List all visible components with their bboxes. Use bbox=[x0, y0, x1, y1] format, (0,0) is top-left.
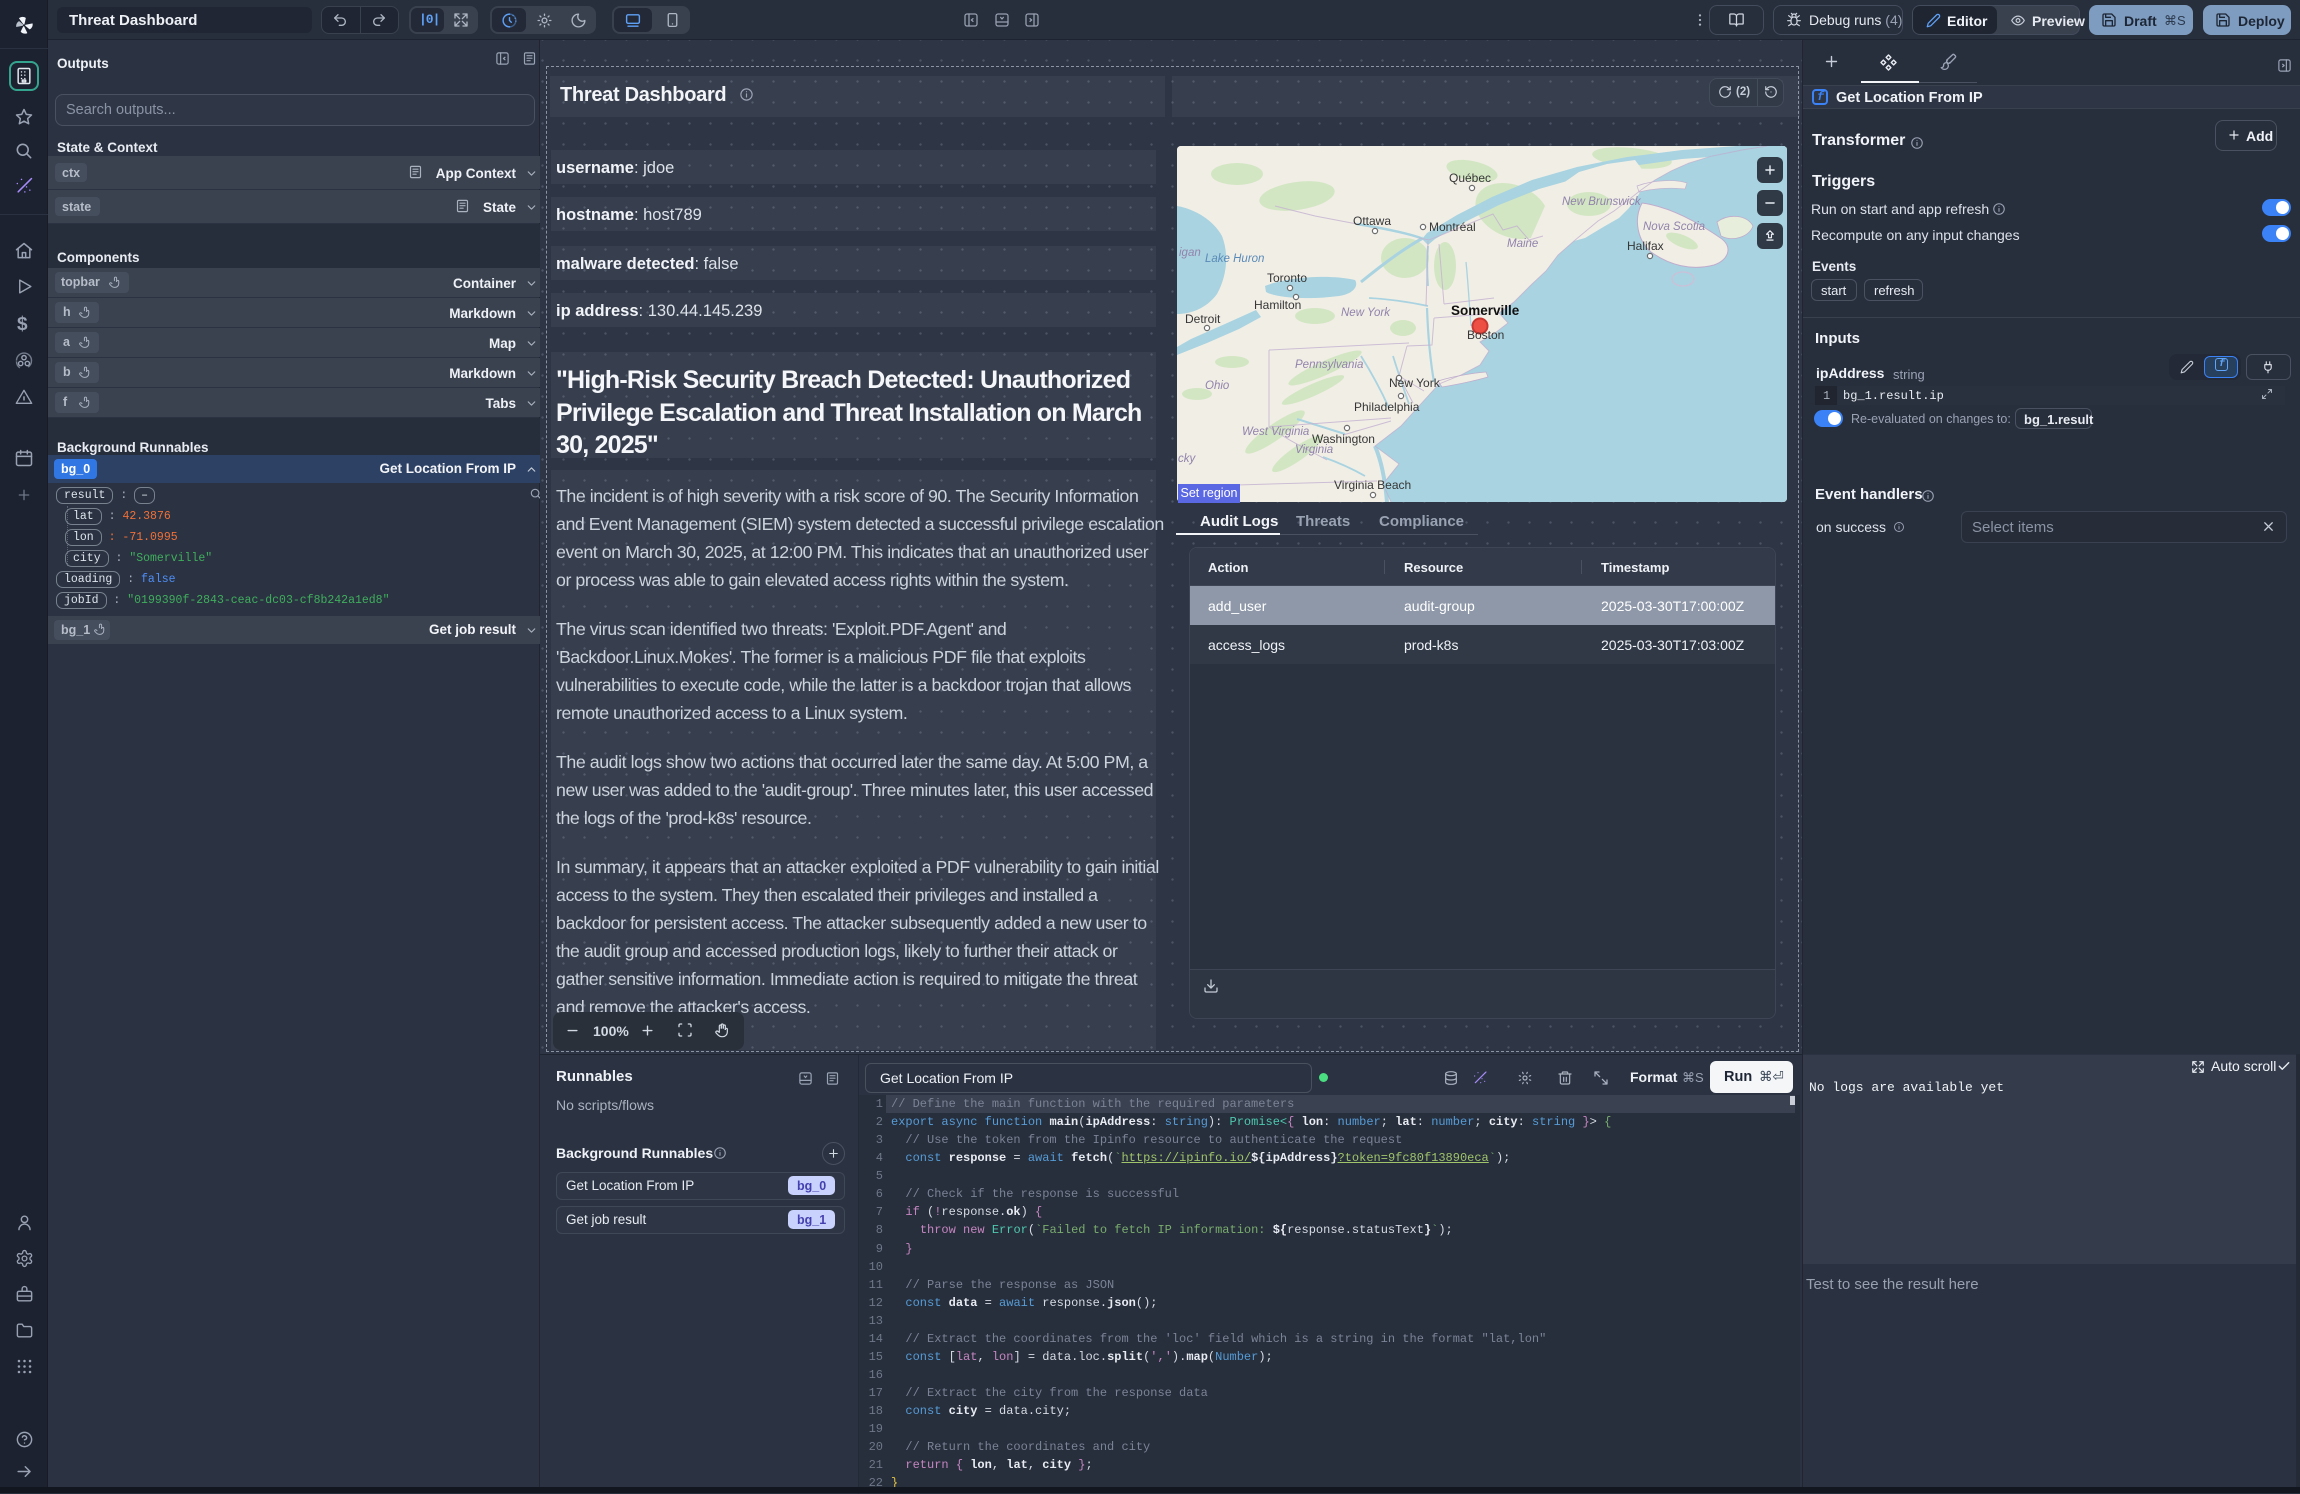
svg-text:Montréal: Montréal bbox=[1429, 220, 1476, 234]
svg-text:Ohio: Ohio bbox=[1205, 380, 1230, 392]
svg-text:Detroit: Detroit bbox=[1185, 312, 1221, 326]
svg-text:cky: cky bbox=[1178, 453, 1197, 465]
svg-text:Halifax: Halifax bbox=[1627, 239, 1664, 253]
svg-text:Somerville: Somerville bbox=[1451, 303, 1520, 318]
svg-text:Virginia Beach: Virginia Beach bbox=[1334, 478, 1411, 492]
svg-text:igan: igan bbox=[1179, 247, 1201, 259]
svg-text:Philadelphia: Philadelphia bbox=[1354, 400, 1420, 414]
svg-text:Maine: Maine bbox=[1507, 238, 1538, 250]
svg-text:Virginia: Virginia bbox=[1295, 444, 1333, 456]
svg-text:New Brunswick: New Brunswick bbox=[1562, 196, 1642, 208]
svg-text:Lake Huron: Lake Huron bbox=[1205, 253, 1264, 265]
svg-text:West Virginia: West Virginia bbox=[1242, 426, 1309, 438]
svg-text:Toronto: Toronto bbox=[1267, 271, 1307, 285]
svg-text:Nova Scotia: Nova Scotia bbox=[1643, 221, 1705, 233]
svg-text:Hamilton: Hamilton bbox=[1254, 298, 1301, 312]
svg-text:New York: New York bbox=[1389, 376, 1441, 390]
svg-text:Ottawa: Ottawa bbox=[1353, 214, 1391, 228]
svg-text:New York: New York bbox=[1341, 307, 1391, 319]
svg-text:Pennsylvania: Pennsylvania bbox=[1295, 359, 1363, 371]
svg-text:Boston: Boston bbox=[1467, 328, 1504, 342]
svg-text:Québec: Québec bbox=[1449, 171, 1491, 185]
